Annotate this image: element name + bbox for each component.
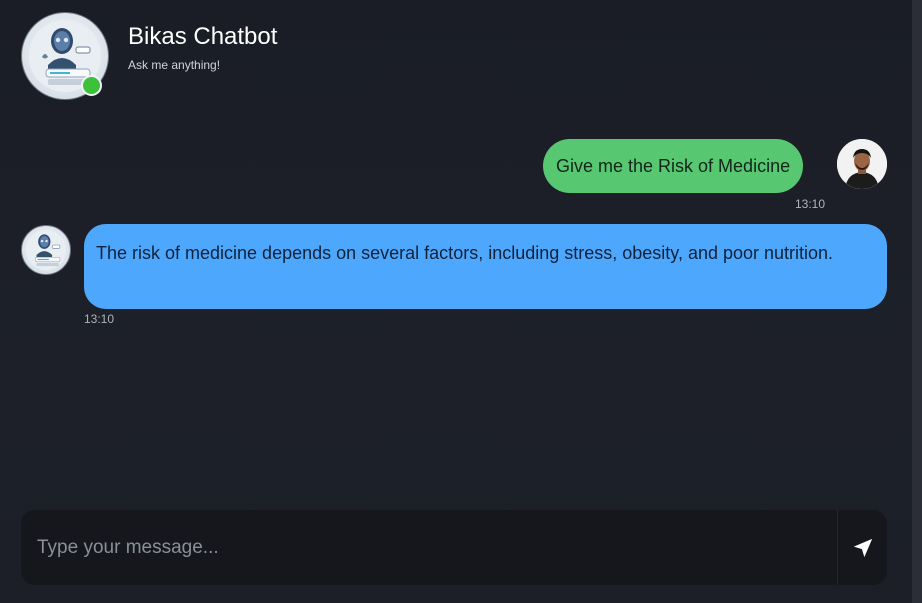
chat-title: Bikas Chatbot: [128, 23, 278, 50]
window-edge: [912, 0, 922, 603]
send-button[interactable]: [837, 510, 887, 585]
chat-window: Bikas Chatbot Ask me anything! Give me t…: [0, 0, 912, 603]
chat-subtitle: Ask me anything!: [128, 58, 221, 72]
bot-message-bubble: The risk of medicine depends on several …: [84, 224, 887, 309]
bot-message-avatar: [21, 225, 71, 275]
chat-header: Bikas Chatbot Ask me anything!: [0, 0, 912, 115]
user-message-time: 13:10: [795, 197, 826, 211]
user-message-bubble: Give me the Risk of Medicine: [543, 139, 804, 193]
message-composer: [21, 510, 887, 585]
robot-icon: [25, 229, 67, 271]
message-input[interactable]: [21, 510, 837, 585]
bot-message-time: 13:10: [84, 312, 115, 326]
user-avatar: [837, 139, 887, 189]
online-status-indicator: [81, 75, 102, 96]
send-arrow-icon: [853, 538, 873, 557]
user-photo-icon: [837, 139, 887, 189]
